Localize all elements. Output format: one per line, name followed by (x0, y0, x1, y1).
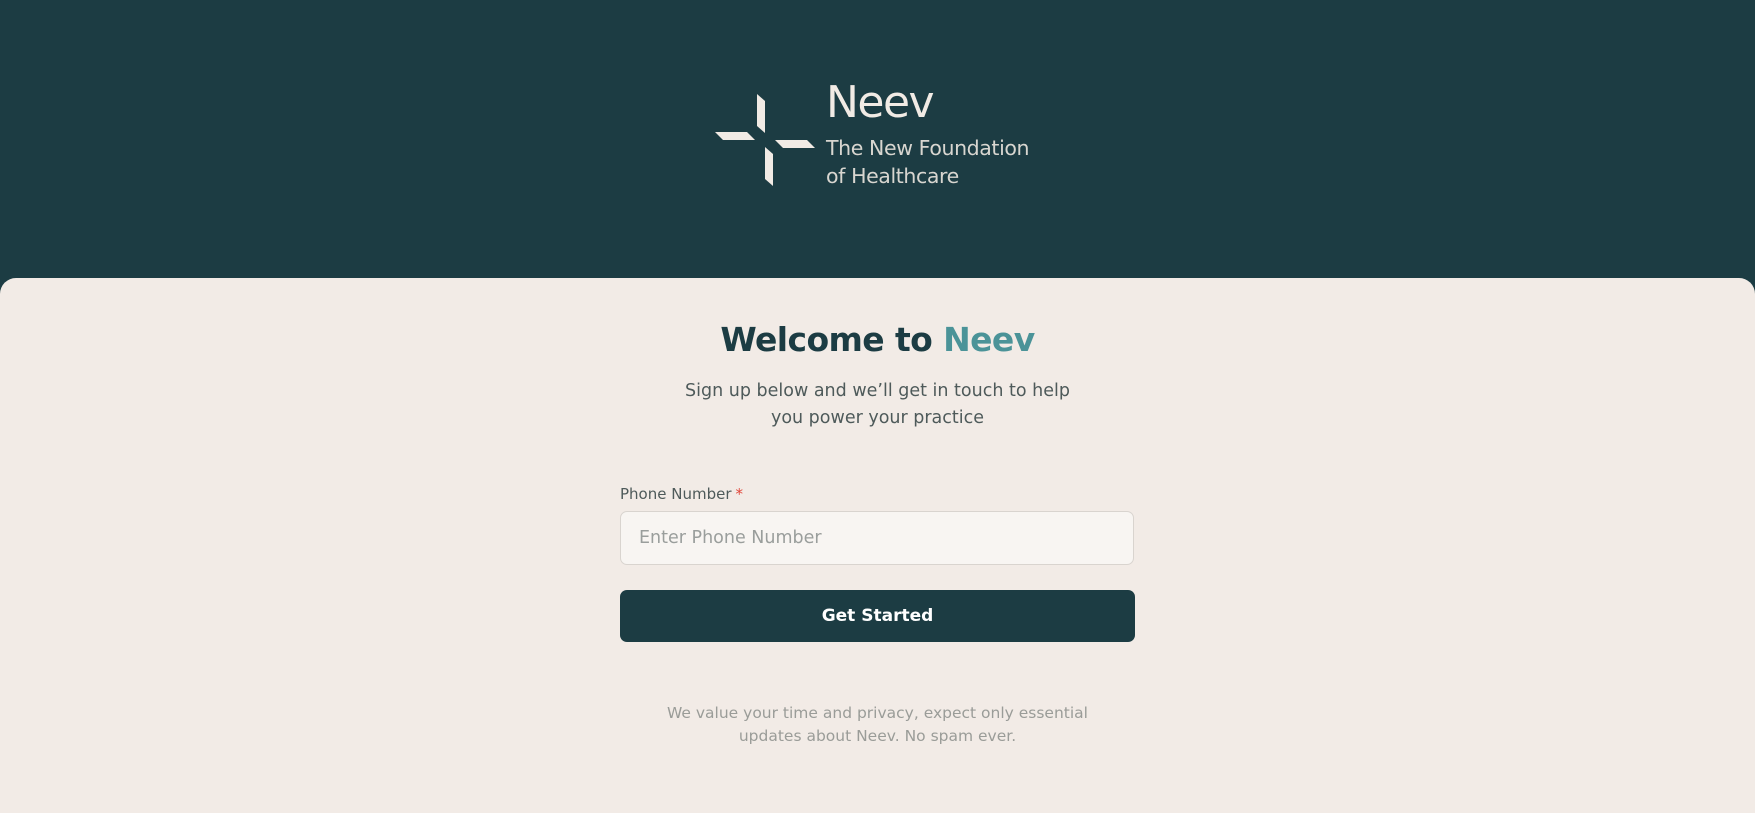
header-banner: Neev The New Foundation of Healthcare (0, 0, 1755, 280)
brand-tagline-line1: The New Foundation (826, 136, 1030, 160)
title-prefix: Welcome to (720, 320, 933, 359)
title-accent: Neev (943, 320, 1035, 359)
subtitle-line1: Sign up below and we’ll get in touch to … (685, 381, 1070, 401)
privacy-note-line1: We value your time and privacy, expect o… (667, 704, 1088, 722)
privacy-note: We value your time and privacy, expect o… (0, 702, 1755, 748)
page-subtitle: Sign up below and we’ll get in touch to … (0, 378, 1755, 432)
get-started-button[interactable]: Get Started (620, 590, 1135, 642)
subtitle-line2: you power your practice (770, 408, 985, 428)
phone-number-input[interactable] (620, 511, 1134, 565)
cross-pinwheel-icon (715, 94, 815, 186)
signup-card: Welcome to Neev Sign up below and we’ll … (0, 278, 1755, 813)
phone-label: Phone Number * (620, 485, 743, 503)
page-title: Welcome to Neev (0, 320, 1755, 359)
phone-label-text: Phone Number (620, 485, 732, 503)
required-marker: * (735, 485, 744, 503)
privacy-note-line2: updates about Neev. No spam ever. (738, 727, 1017, 745)
brand-logo: Neev The New Foundation of Healthcare (715, 77, 1045, 194)
brand-name: Neev (826, 77, 935, 128)
brand-tagline-line2: of Healthcare (826, 164, 959, 188)
